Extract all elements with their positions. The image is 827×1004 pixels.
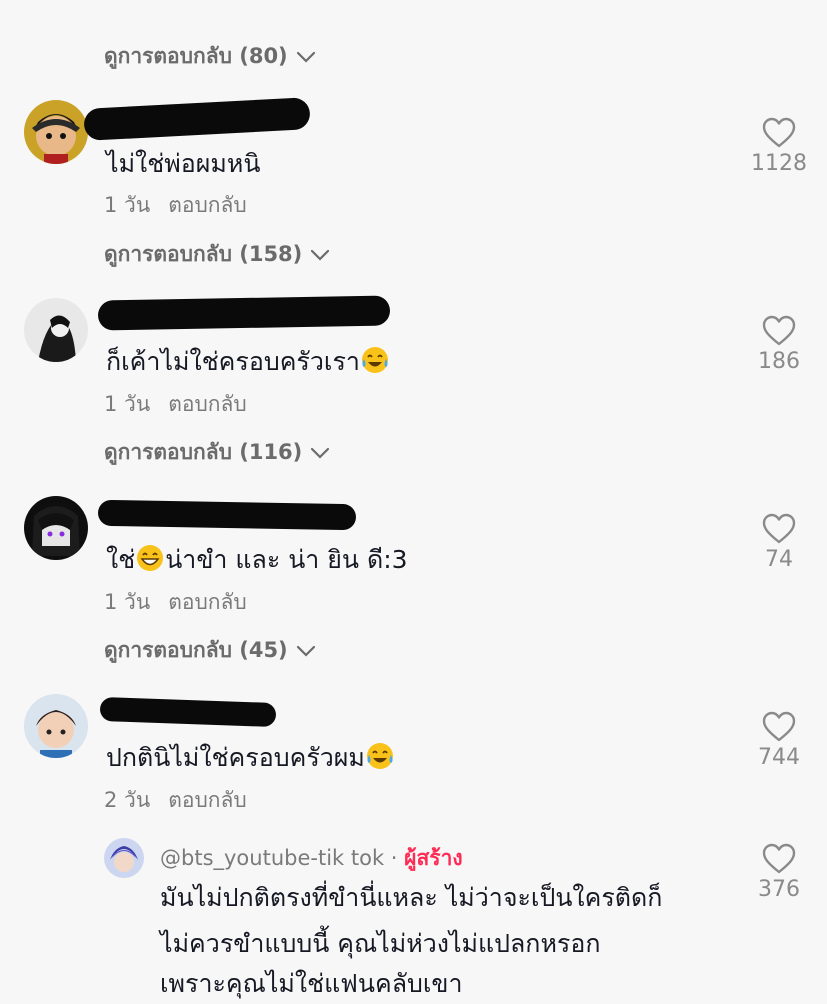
avatar[interactable] [24,694,88,758]
heart-icon [762,117,796,148]
reply-text-line: เพราะคุณไม่ใช่แฟนคลับเขา [160,969,463,998]
like-count: 1128 [751,151,807,176]
view-replies-label: ดูการตอบกลับ (80) [104,44,288,68]
like-button[interactable]: 376 [744,842,814,902]
grinning-emoji-icon [135,543,165,573]
avatar-image [24,100,88,164]
avatar-image [24,496,88,560]
like-count: 376 [758,877,800,902]
reply-button[interactable]: ตอบกลับ [168,784,247,817]
heart-icon [762,315,796,346]
redacted-username [97,295,391,331]
reply-button[interactable]: ตอบกลับ [168,388,247,421]
view-replies-label: ดูการตอบกลับ (116) [104,440,303,464]
heart-icon [762,513,796,544]
avatar-image [24,694,88,758]
creator-avatar[interactable] [104,838,144,878]
reply-text-line: ไม่ควรขำแบบนี้ คุณไม่ห่วงไม่แปลกหรอก [160,929,601,958]
separator-dot: · [390,846,398,870]
chevron-down-icon [311,249,330,261]
comment-meta: 2 วัน ตอบกลับ [104,784,247,817]
reply-button[interactable]: ตอบกลับ [168,189,247,222]
comment-time: 1 วัน [104,193,151,217]
avatar-image [104,838,144,878]
comment-time: 2 วัน [104,788,151,812]
comment-text-content: น่าขำ และ น่า ยิน ดี:3 [165,545,408,574]
avatar-image [24,298,88,362]
comment-text-content: ก็เค้าไม่ใช่ครอบครัวเรา [106,347,360,376]
comment-text: ปกตินิไม่ใช่ครอบครัวผม [106,738,395,778]
comment-time: 1 วัน [104,392,151,416]
creator-badge: ผู้สร้าง [404,846,463,870]
comment-meta: 1 วัน ตอบกลับ [104,189,247,222]
redacted-username [97,499,357,531]
heart-icon [762,843,796,874]
comment-meta: 1 วัน ตอบกลับ [104,388,247,421]
chevron-down-icon [296,645,315,657]
comment-text-content: ใช่ [106,545,136,574]
like-count: 74 [765,547,793,572]
reply-button[interactable]: ตอบกลับ [168,586,247,619]
avatar[interactable] [24,298,88,362]
comment-text: ก็เค้าไม่ใช่ครอบครัวเรา [106,342,390,382]
comment-time: 1 วัน [104,590,151,614]
heart-icon [762,711,796,742]
view-replies-button[interactable]: ดูการตอบกลับ (45) [104,634,316,667]
avatar[interactable] [24,100,88,164]
comment-text: ใช่ น่าขำ และ น่า ยิน ดี:3 [106,540,408,580]
chevron-down-icon [296,51,315,63]
comment-text: ไม่ใช่พ่อผมหนิ [106,149,261,178]
chevron-down-icon [311,447,330,459]
reply-author-line: @bts_youtube-tik tok · ผู้สร้าง [160,842,463,875]
tears-of-joy-emoji-icon [360,345,390,375]
view-replies-label: ดูการตอบกลับ (158) [104,242,303,266]
redacted-username [99,696,277,728]
like-button[interactable]: 1128 [744,116,814,176]
like-count: 186 [758,349,800,374]
tears-of-joy-emoji-icon [365,741,395,771]
avatar[interactable] [24,496,88,560]
like-count: 744 [758,745,800,770]
reply-author-name[interactable]: @bts_youtube-tik tok [160,846,384,870]
like-button[interactable]: 74 [744,512,814,572]
comment-meta: 1 วัน ตอบกลับ [104,586,247,619]
redacted-username [83,97,311,141]
reply-text-line: มันไม่ปกติตรงที่ขำนี่แหละ ไม่ว่าจะเป็นใค… [160,883,663,912]
comment-text-content: ปกตินิไม่ใช่ครอบครัวผม [106,743,365,772]
like-button[interactable]: 186 [744,314,814,374]
view-replies-button[interactable]: ดูการตอบกลับ (80) [104,40,316,73]
view-replies-button[interactable]: ดูการตอบกลับ (158) [104,238,330,271]
view-replies-label: ดูการตอบกลับ (45) [104,638,288,662]
view-replies-button[interactable]: ดูการตอบกลับ (116) [104,436,330,469]
like-button[interactable]: 744 [744,710,814,770]
